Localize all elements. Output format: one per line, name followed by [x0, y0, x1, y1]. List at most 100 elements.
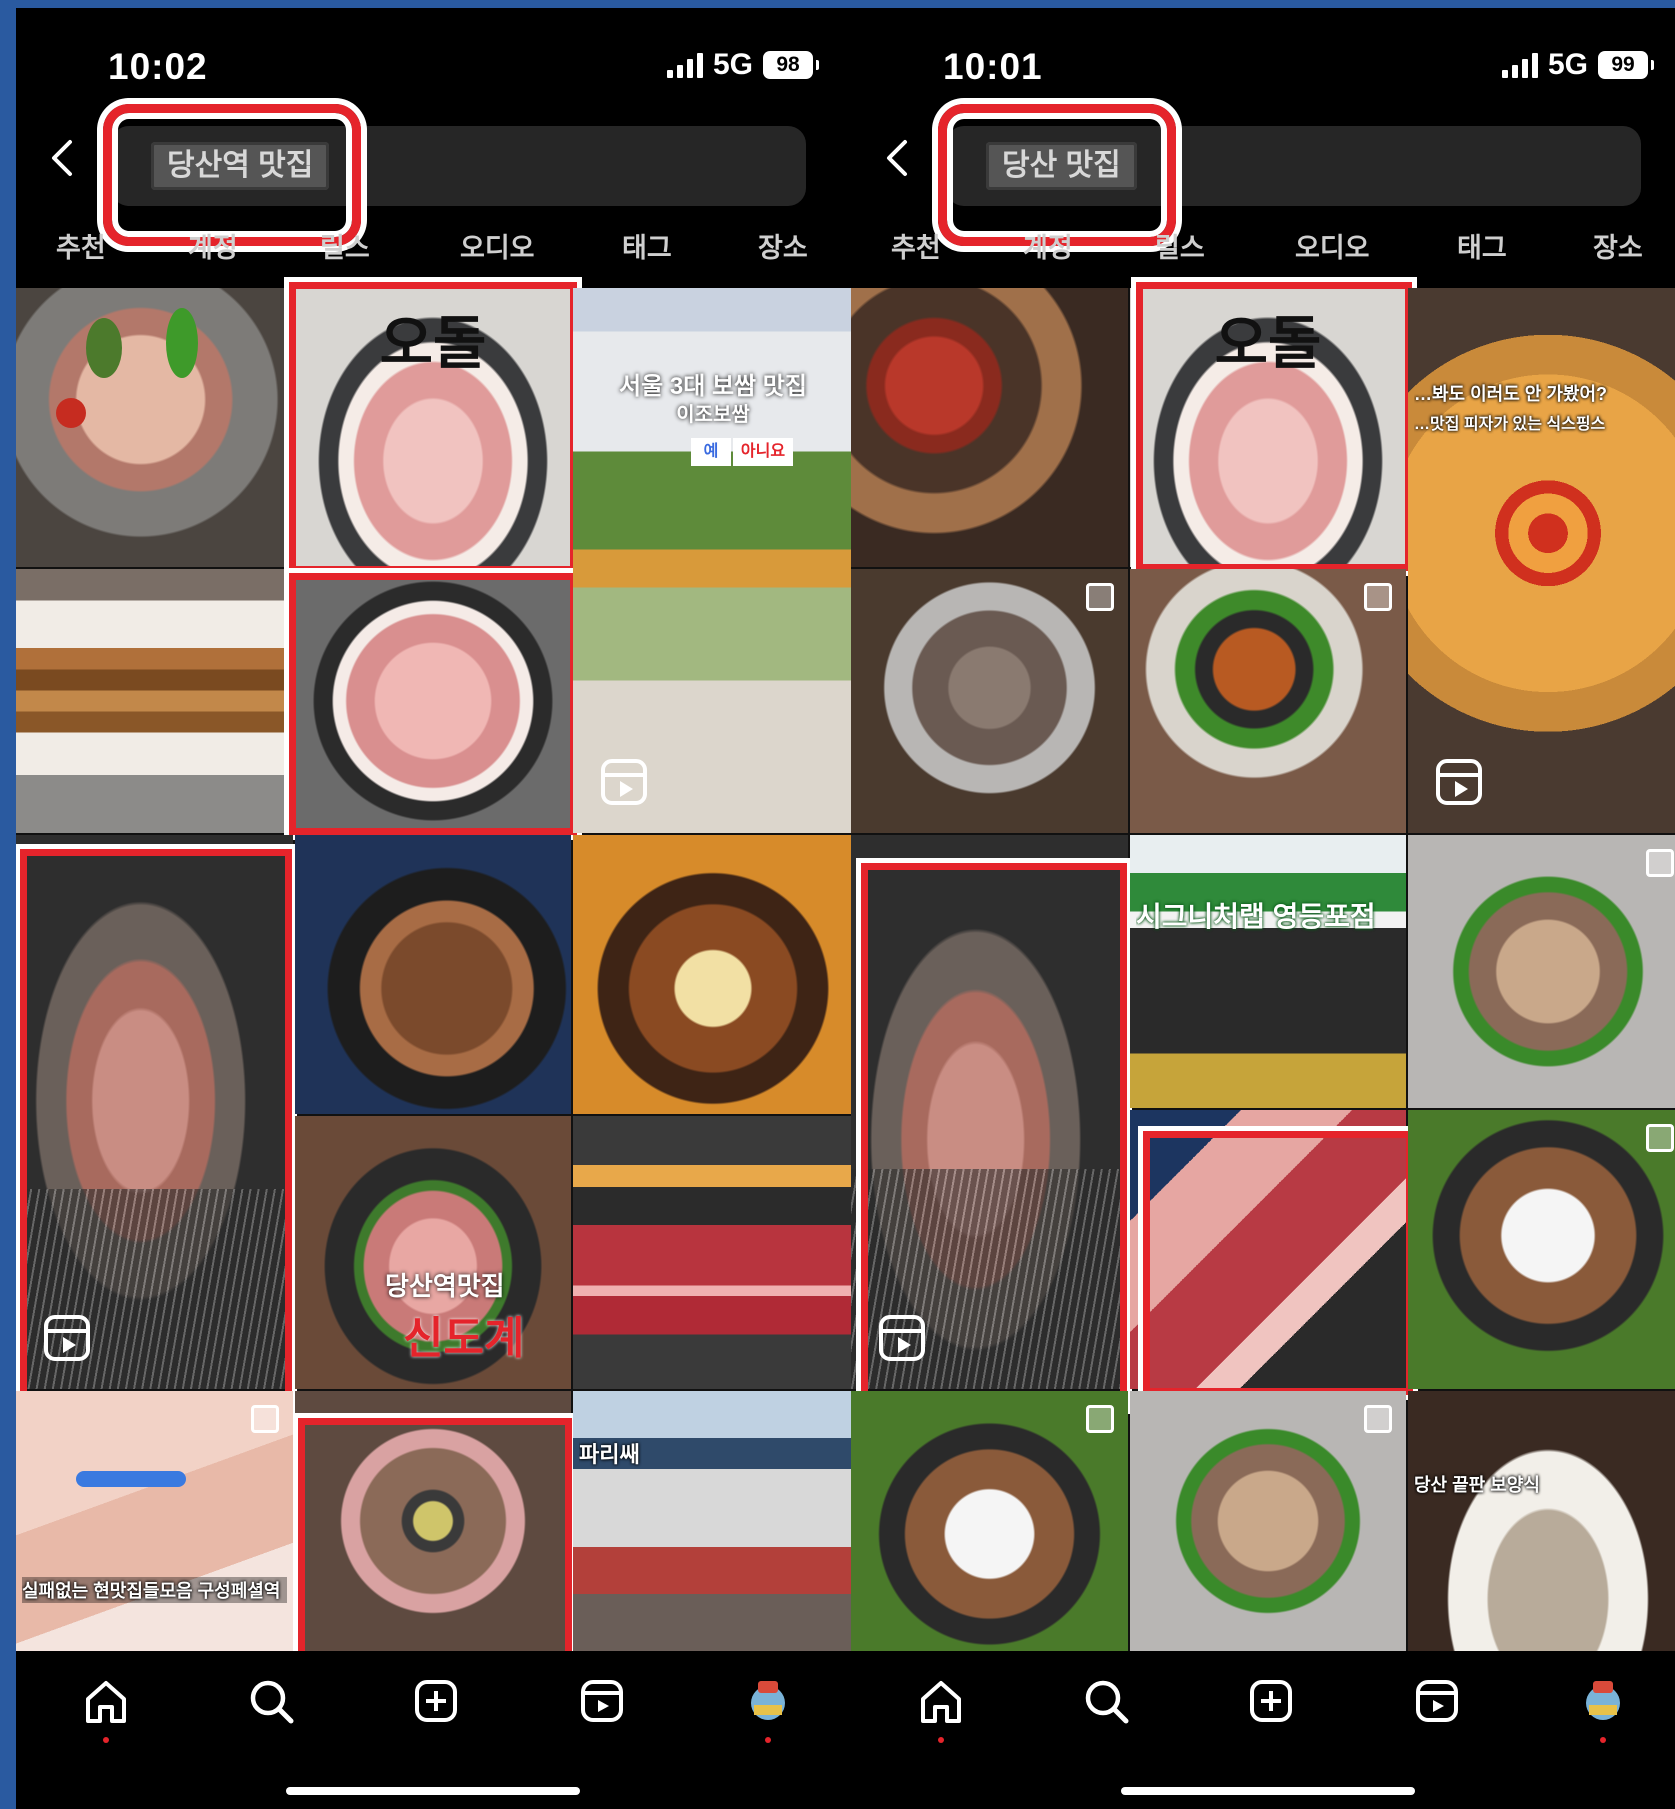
notification-dot: [103, 1737, 109, 1743]
nav-home[interactable]: [76, 1671, 136, 1743]
reel-icon: [1436, 759, 1482, 805]
phone-screen-right: 10:01 5G 99 당산 맛집 추천 계정 릴스 오디오 태그 장소 오돌 …: [851, 8, 1675, 1809]
status-bar: 10:02 5G 98: [16, 8, 853, 108]
search-input[interactable]: 당산 맛집: [938, 104, 1641, 246]
result-tile[interactable]: 시그니처랩 영등포점: [1130, 835, 1406, 1108]
tile-caption: 신도계: [403, 1314, 525, 1363]
tab-accounts[interactable]: 계정: [1023, 226, 1073, 265]
result-tile[interactable]: [851, 1391, 1128, 1651]
tab-places[interactable]: 장소: [758, 226, 808, 265]
tab-tags[interactable]: 태그: [622, 226, 672, 265]
result-tile[interactable]: [851, 569, 1128, 833]
notification-dot: [938, 1737, 944, 1743]
signal-icon: [1501, 52, 1538, 78]
restaurant-sign: 오돌: [379, 309, 487, 377]
result-tile[interactable]: [16, 288, 293, 567]
frame-top-border: [0, 0, 1675, 8]
result-tile[interactable]: 오돌: [1130, 288, 1406, 567]
status-indicators: 5G 98: [666, 48, 819, 82]
home-indicator: [1121, 1787, 1415, 1795]
vegetable-decoration: [166, 308, 198, 378]
tab-audio[interactable]: 오디오: [460, 226, 535, 265]
result-tile[interactable]: 오돌: [295, 288, 571, 567]
restaurant-sign: 오돌: [1214, 309, 1322, 377]
result-tile[interactable]: 파리쌔: [573, 1391, 853, 1651]
network-label: 5G: [1547, 48, 1588, 81]
reels-icon: [581, 1680, 623, 1722]
search-tabs: 추천 계정 릴스 오디오 태그 장소: [16, 226, 853, 276]
result-tile[interactable]: [16, 835, 293, 1389]
result-tile[interactable]: 당산역맛집 신도계: [295, 1116, 571, 1389]
home-indicator: [286, 1787, 580, 1795]
tab-recommended[interactable]: 추천: [891, 226, 941, 265]
home-icon: [86, 1681, 126, 1723]
result-tile[interactable]: [1408, 1110, 1675, 1389]
back-arrow-icon[interactable]: [44, 138, 84, 178]
nav-create[interactable]: [406, 1671, 466, 1731]
tab-tags[interactable]: 태그: [1457, 226, 1507, 265]
nav-search[interactable]: [1076, 1671, 1136, 1731]
result-tile[interactable]: 당산 끝판 보양식: [1408, 1391, 1675, 1651]
reel-icon: [44, 1315, 90, 1361]
reel-icon: [879, 1315, 925, 1361]
search-row: 당산역 맛집: [16, 104, 853, 246]
result-tile[interactable]: [295, 1391, 571, 1651]
poll-option: 예: [691, 438, 731, 466]
tomato-decoration: [56, 398, 86, 428]
search-row: 당산 맛집: [851, 104, 1675, 246]
result-tile[interactable]: [573, 1116, 853, 1389]
nav-home[interactable]: [911, 1671, 971, 1743]
result-tile[interactable]: [295, 835, 571, 1114]
tab-places[interactable]: 장소: [1593, 226, 1643, 265]
create-post-icon: [1250, 1680, 1292, 1722]
result-tile[interactable]: [851, 288, 1128, 567]
tile-caption: 당산 끝판 보양식: [1414, 1475, 1540, 1495]
tab-audio[interactable]: 오디오: [1295, 226, 1370, 265]
tile-caption: 당산역맛집: [385, 1271, 505, 1301]
carousel-icon: [1646, 849, 1674, 877]
notification-dot: [1600, 1737, 1606, 1743]
result-tile[interactable]: [16, 569, 293, 833]
carousel-icon: [251, 1405, 279, 1433]
tab-reels[interactable]: 릴스: [1155, 226, 1205, 265]
result-tile[interactable]: [1130, 569, 1406, 833]
result-tile[interactable]: [1408, 835, 1675, 1108]
map-pin: [76, 1471, 186, 1487]
nav-search[interactable]: [241, 1671, 301, 1731]
tile-caption: 시그니처랩 영등포점: [1136, 901, 1376, 932]
profile-avatar: [1586, 1681, 1620, 1720]
search-tabs: 추천 계정 릴스 오디오 태그 장소: [851, 226, 1675, 276]
tile-caption: 서울 3대 보쌈 맛집: [619, 373, 807, 400]
carousel-icon: [1364, 583, 1392, 611]
carousel-icon: [1086, 1405, 1114, 1433]
nav-profile[interactable]: [738, 1671, 798, 1743]
back-arrow-icon[interactable]: [879, 138, 919, 178]
search-input[interactable]: 당산역 맛집: [103, 104, 806, 246]
result-tile[interactable]: [851, 835, 1128, 1389]
tab-reels[interactable]: 릴스: [320, 226, 370, 265]
poll-option: 아니요: [733, 438, 793, 466]
tile-caption: 이조보쌈: [676, 404, 750, 426]
bottom-nav: [16, 1651, 853, 1809]
result-tile[interactable]: …봐도 이러도 안 가봤어? …맛집 피자가 있는 식스핑스: [1408, 288, 1675, 833]
nav-reels[interactable]: [572, 1671, 632, 1731]
nav-profile[interactable]: [1573, 1671, 1633, 1743]
comparison-container: 10:02 5G 98 당산역 맛집 추천 계정 릴스 오디오 태그 장소 오돌…: [16, 8, 1675, 1809]
result-tile[interactable]: 실패없는 현맛집들모음 구성페셜역: [16, 1391, 293, 1651]
reels-icon: [1416, 1680, 1458, 1722]
tab-recommended[interactable]: 추천: [56, 226, 106, 265]
network-label: 5G: [712, 48, 753, 81]
frame-left-border: [0, 0, 16, 1809]
search-highlight-annotation: [103, 104, 361, 246]
results-grid: 오돌 …봐도 이러도 안 가봤어? …맛집 피자가 있는 식스핑스 시그니처랩 …: [851, 282, 1675, 1651]
tile-caption: 실패없는 현맛집들모음 구성페셜역: [22, 1577, 287, 1603]
result-tile[interactable]: [1130, 1391, 1406, 1651]
create-post-icon: [415, 1680, 457, 1722]
result-tile[interactable]: [1130, 1110, 1406, 1389]
nav-create[interactable]: [1241, 1671, 1301, 1731]
tab-accounts[interactable]: 계정: [188, 226, 238, 265]
result-tile[interactable]: 서울 3대 보쌈 맛집 이조보쌈 예 아니요: [573, 288, 853, 833]
nav-reels[interactable]: [1407, 1671, 1467, 1731]
result-tile[interactable]: [573, 835, 853, 1114]
result-tile[interactable]: [295, 569, 571, 833]
